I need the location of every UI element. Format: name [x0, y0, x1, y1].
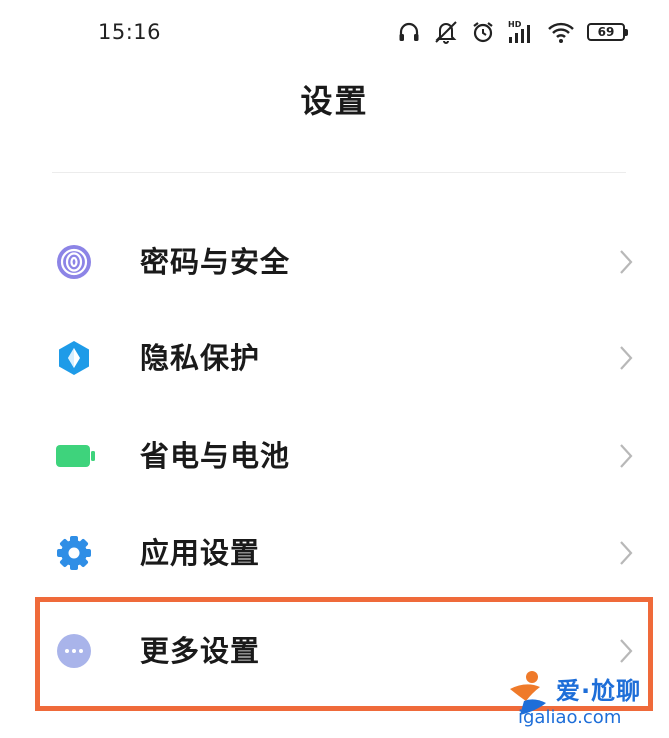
settings-item-label: 隐私保护	[140, 341, 261, 375]
settings-item-label: 密码与安全	[140, 245, 291, 279]
watermark-title: 爱·尬聊	[556, 677, 642, 705]
settings-item-app-settings[interactable]: 应用设置	[0, 505, 669, 601]
svg-text:HD: HD	[508, 20, 522, 29]
fingerprint-icon	[56, 244, 92, 280]
mute-icon	[433, 19, 459, 45]
settings-item-label: 应用设置	[140, 536, 261, 570]
privacy-shield-icon	[56, 340, 92, 376]
settings-item-label: 更多设置	[140, 634, 261, 668]
chevron-right-icon	[618, 248, 634, 276]
settings-item-privacy[interactable]: 隐私保护	[0, 310, 669, 406]
watermark: 爱·尬聊 igaliao.com	[506, 667, 666, 731]
status-bar: 15:16 HD 69	[0, 0, 669, 64]
more-dots-icon	[56, 633, 92, 669]
page-title: 设置	[300, 82, 369, 120]
status-icons: HD 69	[397, 17, 628, 47]
watermark-url: igaliao.com	[518, 707, 622, 728]
wifi-icon	[547, 20, 575, 44]
battery-saver-icon	[56, 438, 95, 474]
settings-item-label: 省电与电池	[140, 439, 291, 473]
chevron-right-icon	[618, 442, 634, 470]
chevron-right-icon	[618, 344, 634, 372]
hd-signal-icon: HD	[507, 19, 535, 45]
status-time: 15:16	[98, 20, 162, 44]
settings-item-battery[interactable]: 省电与电池	[0, 408, 669, 504]
chevron-right-icon	[618, 539, 634, 567]
chevron-right-icon	[618, 637, 634, 665]
alarm-icon	[471, 20, 495, 44]
battery-icon: 69	[587, 23, 628, 41]
divider	[52, 172, 626, 173]
gear-icon	[56, 535, 92, 571]
headphones-icon	[397, 20, 421, 44]
settings-item-password-security[interactable]: 密码与安全	[0, 214, 669, 310]
